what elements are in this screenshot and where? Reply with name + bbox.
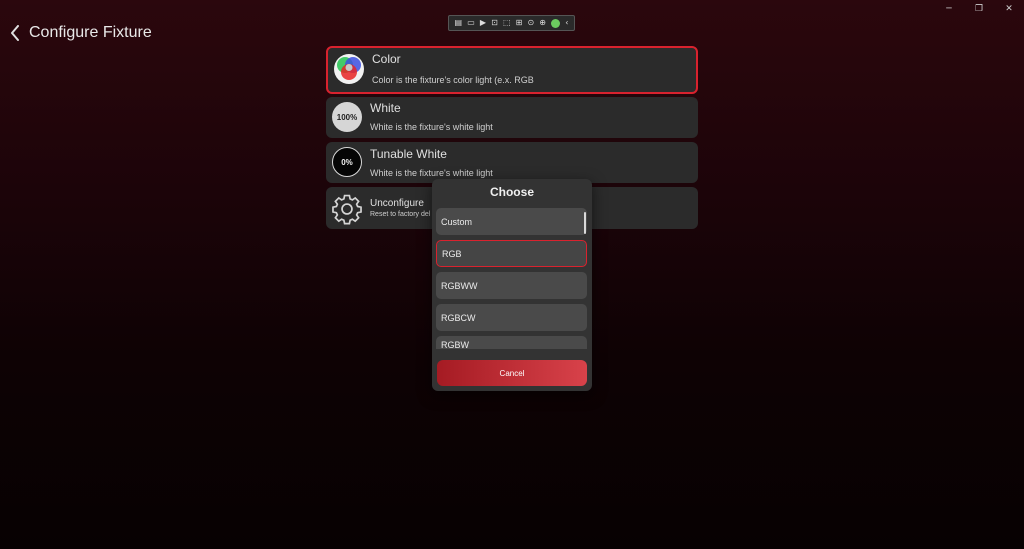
collapse-icon[interactable]: ‹ <box>565 19 568 27</box>
choice-rgbww[interactable]: RGBWW <box>436 272 587 299</box>
debug-tool-icon[interactable]: ⊡ <box>491 19 498 27</box>
chevron-left-icon[interactable] <box>6 22 24 44</box>
choose-dialog: Choose Custom RGB RGBWW RGBCW RGBW Cance… <box>432 179 592 391</box>
rgb-color-wheel-icon <box>334 54 364 84</box>
scrollbar[interactable] <box>584 212 586 234</box>
debug-tool-icon[interactable]: ⊙ <box>527 19 534 27</box>
option-title: Unconfigure <box>370 198 424 209</box>
option-description: Color is the fixture's color light (e.x.… <box>372 75 534 85</box>
debug-tool-icon[interactable]: ▶ <box>480 19 486 27</box>
brightness-100-icon: 100% <box>332 102 362 132</box>
check-icon[interactable] <box>551 18 561 28</box>
option-title: Color <box>372 52 401 66</box>
choice-custom[interactable]: Custom <box>436 208 587 235</box>
debug-tool-icon[interactable]: ⬚ <box>503 19 511 27</box>
option-description: White is the fixture's white light <box>370 122 493 132</box>
option-description: White is the fixture's white light <box>370 168 493 178</box>
page-header: Configure Fixture <box>6 22 152 44</box>
debug-toolbar: ▤ ▭ ▶ ⊡ ⬚ ⊞ ⊙ ⊕ ‹ <box>448 15 575 31</box>
option-color[interactable]: Color Color is the fixture's color light… <box>326 46 698 94</box>
option-title: Tunable White <box>370 147 447 161</box>
restore-icon[interactable]: ❐ <box>964 0 994 17</box>
option-description: Reset to factory del <box>370 211 431 218</box>
debug-tool-icon[interactable]: ▭ <box>467 19 475 27</box>
debug-tool-icon[interactable]: ⊕ <box>539 19 546 27</box>
minimize-icon[interactable]: ─ <box>934 0 964 17</box>
debug-tool-icon[interactable]: ⊞ <box>516 19 523 27</box>
choice-rgbcw[interactable]: RGBCW <box>436 304 587 331</box>
dialog-title: Choose <box>489 185 534 199</box>
option-title: White <box>370 101 401 115</box>
choice-rgb[interactable]: RGB <box>436 240 587 267</box>
close-icon[interactable]: ✕ <box>994 0 1024 17</box>
option-white[interactable]: 100% White White is the fixture's white … <box>326 97 698 138</box>
choice-rgbw[interactable]: RGBW <box>436 336 587 349</box>
window-controls: ─ ❐ ✕ <box>934 0 1024 17</box>
gear-icon <box>330 192 364 226</box>
brightness-0-icon: 0% <box>332 147 362 177</box>
option-tunable-white[interactable]: 0% Tunable White White is the fixture's … <box>326 142 698 183</box>
page-title: Configure Fixture <box>29 24 152 41</box>
debug-tool-icon[interactable]: ▤ <box>455 19 463 27</box>
choice-list[interactable]: Custom RGB RGBWW RGBCW RGBW <box>436 208 588 349</box>
cancel-button[interactable]: Cancel <box>437 360 587 386</box>
